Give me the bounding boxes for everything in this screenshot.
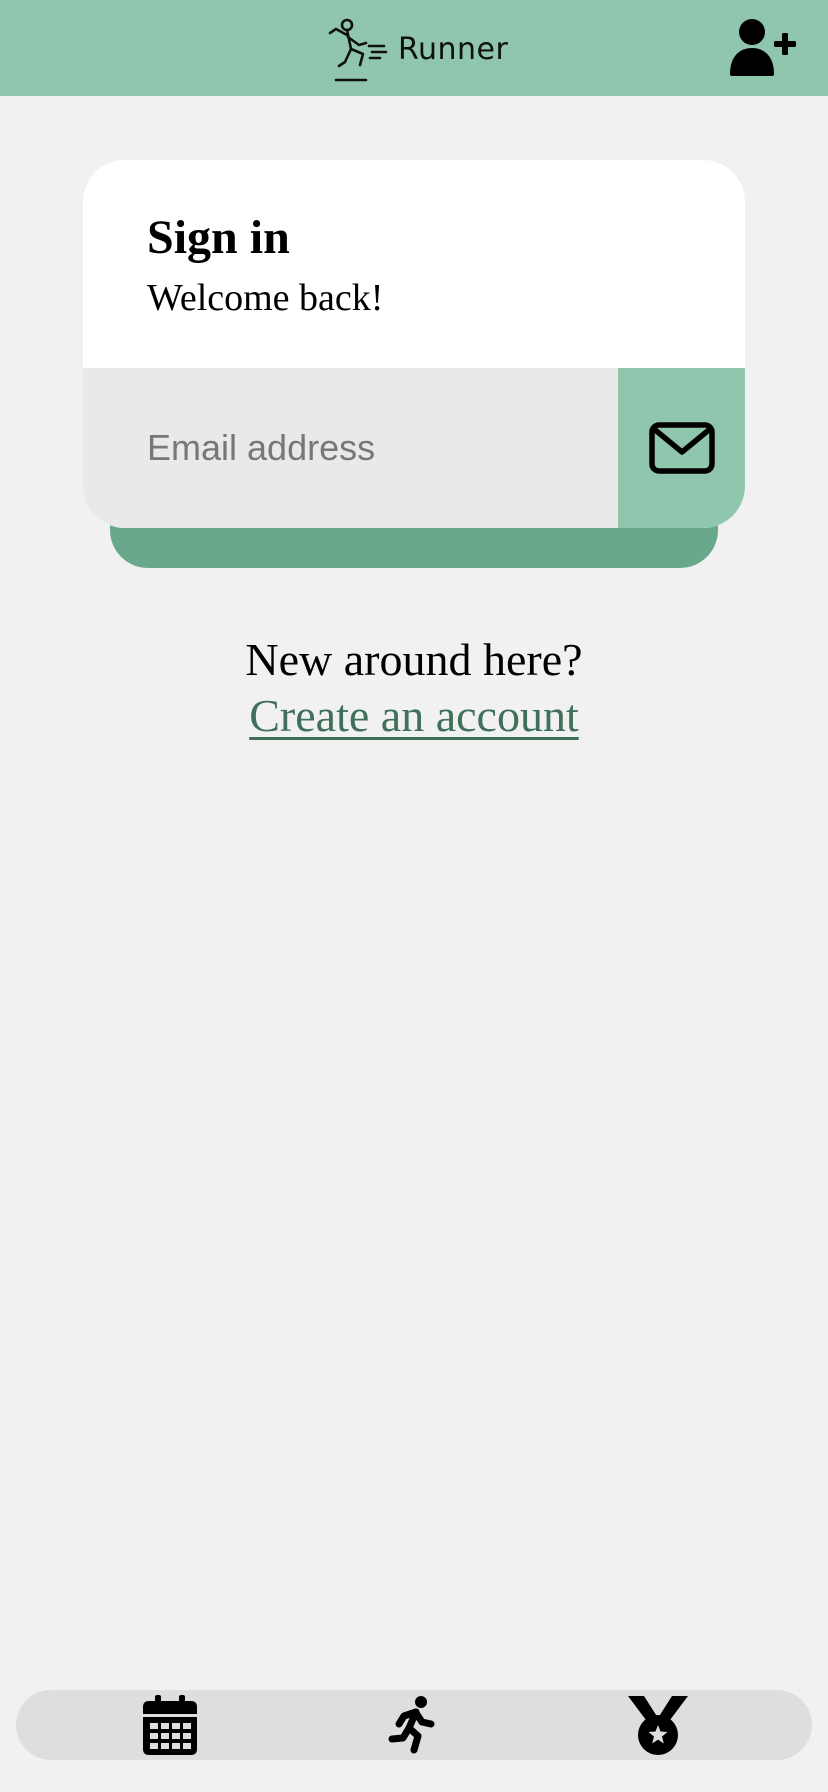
calendar-icon — [143, 1695, 197, 1755]
signin-card: Sign in Welcome back! — [83, 160, 745, 528]
app-logo[interactable]: Runner — [326, 14, 508, 84]
user-plus-icon — [730, 19, 796, 76]
signin-subtitle: Welcome back! — [147, 277, 384, 319]
runner-logo-icon — [328, 18, 388, 82]
logo-text: Runner — [398, 31, 509, 67]
nav-item-calendar[interactable] — [138, 1693, 202, 1757]
create-account-row: Create an account — [0, 688, 828, 744]
email-row — [83, 368, 745, 528]
nav-item-medal[interactable] — [626, 1693, 690, 1757]
signup-prompt: New around here? — [245, 634, 583, 685]
bottom-nav — [16, 1690, 812, 1760]
medal-icon — [628, 1696, 688, 1755]
submit-email-button[interactable] — [618, 368, 745, 528]
envelope-icon — [648, 422, 715, 474]
nav-item-run[interactable] — [382, 1693, 446, 1757]
add-user-button[interactable] — [730, 18, 798, 78]
app-header: Runner — [0, 0, 828, 96]
signin-title: Sign in — [147, 211, 290, 264]
email-input[interactable] — [83, 368, 618, 528]
running-person-icon — [388, 1696, 435, 1754]
create-account-link[interactable]: Create an account — [249, 690, 578, 741]
